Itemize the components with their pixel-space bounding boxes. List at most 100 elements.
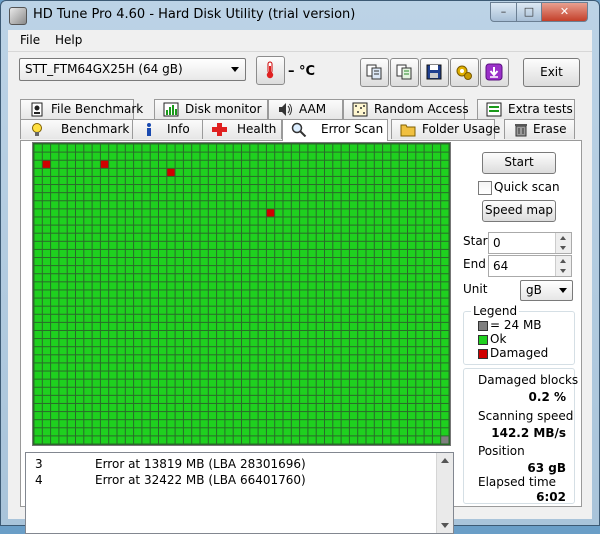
tab-health[interactable]: Health — [202, 119, 282, 139]
scan-block-ok — [250, 339, 258, 347]
spin-up-icon[interactable] — [560, 259, 566, 263]
scan-block-ok — [325, 298, 333, 306]
scan-block-ok — [125, 233, 134, 241]
scan-block-ok — [341, 428, 349, 436]
scan-block-ok — [374, 436, 383, 444]
scan-block-ok — [325, 330, 333, 339]
save-button[interactable] — [420, 58, 449, 87]
scan-block-ok — [217, 233, 225, 241]
download-button[interactable] — [480, 58, 509, 87]
tab-aam[interactable]: AAM — [268, 99, 343, 119]
scan-block-ok — [59, 371, 67, 379]
scan-block-ok — [416, 176, 424, 185]
quick-scan-label[interactable]: Quick scan — [494, 180, 560, 194]
scan-block-ok — [416, 185, 424, 193]
scan-block-ok — [333, 314, 341, 322]
scan-block-ok — [250, 176, 258, 185]
maximize-button[interactable]: □ — [516, 2, 542, 22]
scan-block-ok — [42, 322, 51, 330]
scan-block-ok — [34, 176, 42, 185]
spin-down-icon[interactable] — [560, 246, 566, 250]
end-spinbox[interactable]: 64 — [488, 255, 572, 277]
scan-block-ok — [42, 152, 51, 160]
menu-help[interactable]: Help — [55, 33, 82, 47]
scan-block-ok — [399, 274, 407, 282]
scan-block-ok — [349, 160, 358, 168]
quick-scan-checkbox[interactable] — [478, 181, 492, 195]
scan-block-ok — [291, 330, 300, 339]
scan-block-ok — [283, 168, 291, 176]
options-button[interactable] — [450, 58, 479, 87]
scan-block-ok — [100, 266, 109, 274]
scan-block-ok — [325, 347, 333, 355]
scan-block-ok — [100, 420, 109, 428]
scan-block-ok — [34, 152, 42, 160]
spin-buttons[interactable] — [555, 256, 571, 276]
scan-block-ok — [300, 176, 308, 185]
scan-block-ok — [51, 298, 59, 306]
spin-down-icon[interactable] — [560, 269, 566, 273]
scan-block-ok — [333, 290, 341, 298]
tab-info[interactable]: Info — [132, 119, 204, 139]
scan-block-ok — [109, 249, 117, 258]
unit-select[interactable]: gB — [520, 280, 573, 301]
scan-block-ok — [183, 428, 192, 436]
speed-map-button[interactable]: Speed map — [482, 200, 556, 222]
legend-swatch-damaged — [478, 349, 488, 359]
scan-block-ok — [366, 436, 374, 444]
scan-block-ok — [391, 176, 399, 185]
scan-block-ok — [432, 201, 441, 209]
tab-benchmark[interactable]: Benchmark — [20, 119, 134, 139]
copy-text-button[interactable] — [390, 58, 419, 87]
error-log-list[interactable]: 3 Error at 13819 MB (LBA 28301696) 4 Err… — [25, 452, 454, 534]
scan-block-ok — [51, 209, 59, 217]
close-button[interactable]: ✕ — [541, 2, 588, 22]
tab-random-access[interactable]: Random Access — [343, 99, 469, 119]
scan-block-ok — [266, 379, 275, 387]
scan-block-ok — [192, 233, 200, 241]
tab-error-scan[interactable]: Error Scan — [282, 119, 388, 141]
scan-block-ok — [300, 258, 308, 266]
scan-block-ok — [432, 144, 441, 152]
title-bar[interactable]: HD Tune Pro 4.60 - Hard Disk Utility (tr… — [1, 1, 599, 29]
scan-block-ok — [233, 322, 241, 330]
tab-disk-monitor[interactable]: Disk monitor — [154, 99, 268, 119]
minimize-button[interactable]: – — [490, 2, 517, 22]
scan-block-ok — [125, 249, 134, 258]
scan-block-ok — [217, 290, 225, 298]
start-button[interactable]: Start — [482, 152, 556, 174]
copy-info-button[interactable] — [360, 58, 389, 87]
scroll-up-icon[interactable] — [441, 458, 449, 463]
scan-block-ok — [383, 193, 391, 201]
tab-file-benchmark[interactable]: File Benchmark — [20, 99, 143, 119]
start-spinbox[interactable]: 0 — [488, 232, 572, 254]
log-scrollbar[interactable] — [436, 453, 453, 533]
scan-block-ok — [391, 193, 399, 201]
temperature-button[interactable] — [256, 56, 285, 85]
scan-block-ok — [59, 428, 67, 436]
scan-block-unscanned — [441, 436, 449, 444]
exit-button[interactable]: Exit — [523, 58, 580, 87]
list-item[interactable]: 4 Error at 32422 MB (LBA 66401760) — [26, 473, 431, 489]
scan-block-ok — [51, 306, 59, 314]
scan-block-ok — [167, 298, 175, 306]
scan-block-ok — [183, 241, 192, 249]
scan-block-ok — [349, 420, 358, 428]
tab-erase[interactable]: Erase — [504, 119, 575, 139]
spin-buttons[interactable] — [555, 233, 571, 253]
spin-up-icon[interactable] — [560, 236, 566, 240]
scan-block-ok — [325, 185, 333, 193]
scan-block-ok — [291, 152, 300, 160]
scan-block-ok — [358, 379, 366, 387]
scan-block-ok — [424, 217, 432, 225]
tab-extra-tests[interactable]: Extra tests — [477, 99, 575, 119]
drive-select[interactable]: STT_FTM64GX25H (64 gB) — [19, 58, 246, 81]
scan-block-ok — [424, 233, 432, 241]
list-item[interactable]: 3 Error at 13819 MB (LBA 28301696) — [26, 457, 431, 473]
scan-block-ok — [316, 322, 324, 330]
scan-block-ok — [34, 233, 42, 241]
scan-block-ok — [424, 282, 432, 290]
scan-block-ok — [192, 176, 200, 185]
tab-folder-usage[interactable]: Folder Usage — [391, 119, 500, 139]
menu-file[interactable]: File — [20, 33, 40, 47]
